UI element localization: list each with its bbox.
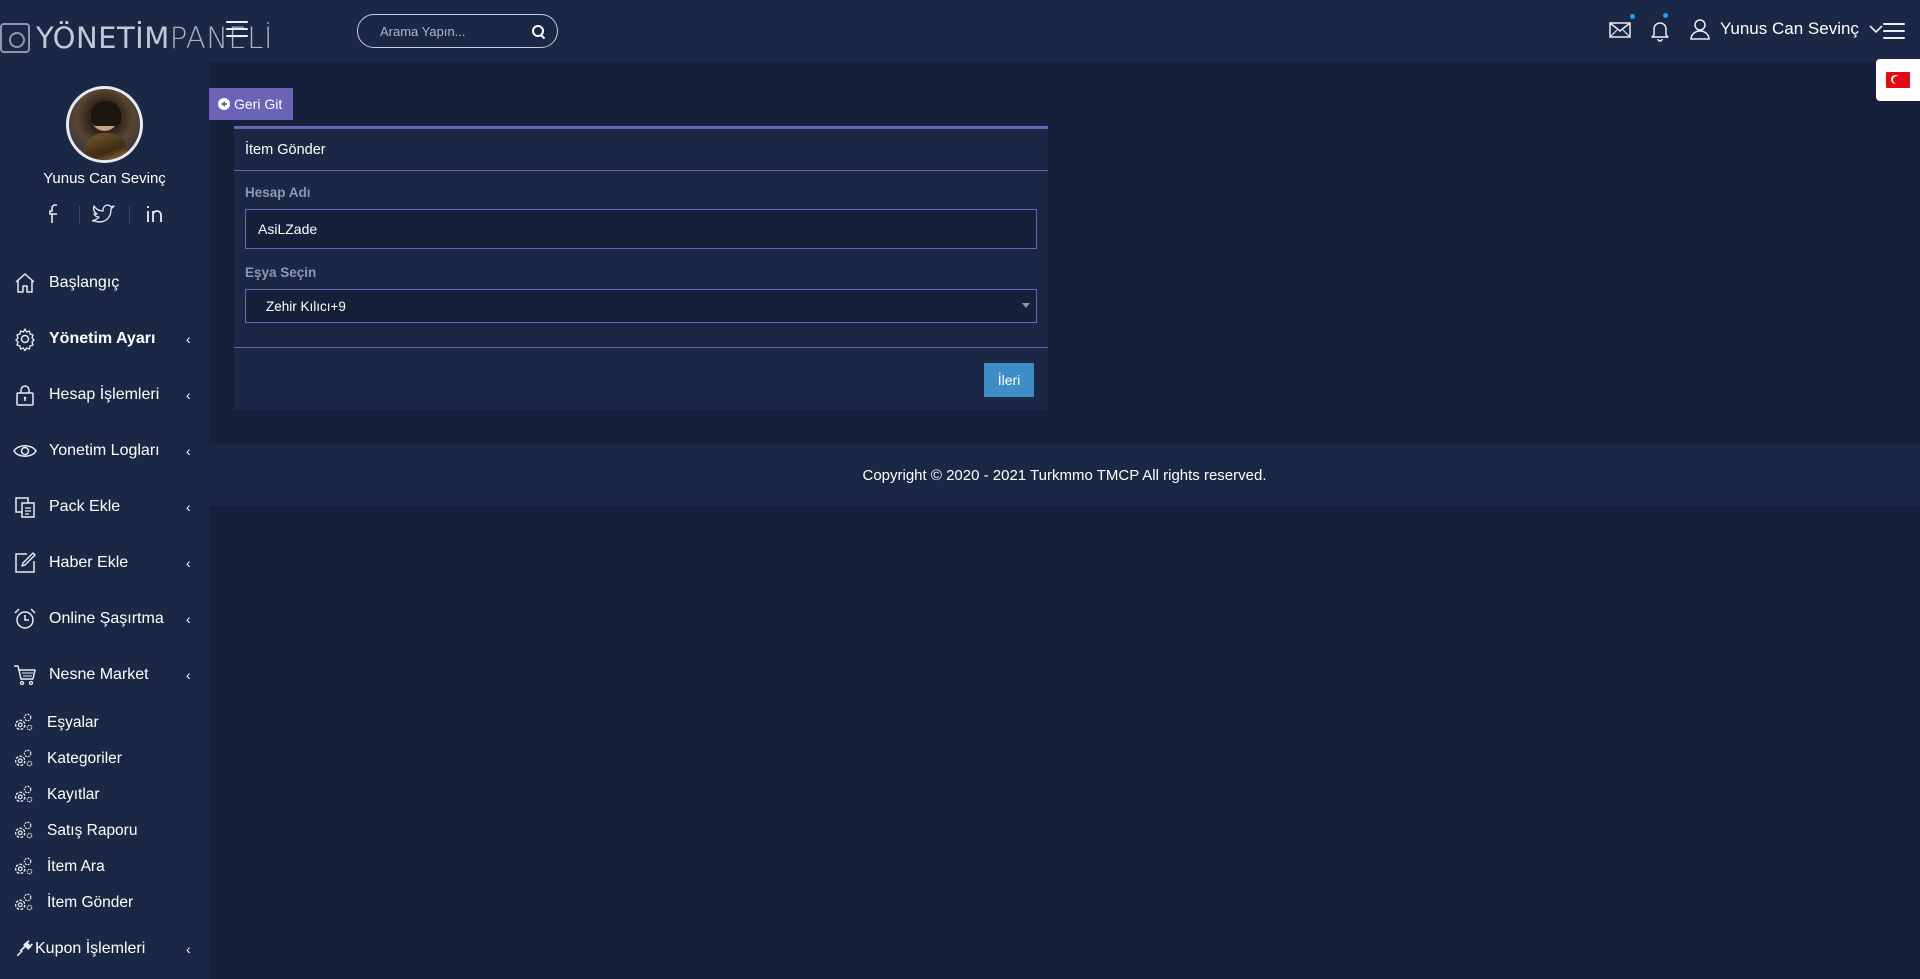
submenu-item-kategoriler[interactable]: Kategoriler <box>0 744 209 774</box>
chevron-left-icon: ‹ <box>186 331 191 347</box>
cogs-icon <box>14 785 33 803</box>
submenu-item-label: İtem Gönder <box>47 894 134 911</box>
social-divider <box>79 206 80 224</box>
sidebar-item-label: Başlangıç <box>49 274 120 291</box>
sidebar-item-label: Haber Ekle <box>49 554 129 571</box>
next-button[interactable]: İleri <box>984 363 1034 397</box>
dropdown-arrow-icon <box>1022 303 1030 308</box>
submenu-item-label: Kayıtlar <box>47 786 100 803</box>
sidebar-item-label: Online Şaşırtma <box>49 610 164 627</box>
submenu-item-item-ara[interactable]: İtem Ara <box>0 852 209 882</box>
right-panel-menu-icon[interactable] <box>1883 23 1905 39</box>
profile-name: Yunus Can Sevinç <box>43 170 166 187</box>
plug-icon <box>16 940 33 957</box>
cogs-icon <box>14 713 33 731</box>
sidebar: Yunus Can Sevinç Başlangıç Yönetim Ayarı… <box>0 62 209 979</box>
copy-icon <box>15 497 35 518</box>
account-name-label: Hesap Adı <box>245 185 311 200</box>
sidebar-toggle-menu-icon[interactable] <box>226 21 248 37</box>
bell-notification-dot <box>1663 13 1668 18</box>
twitter-icon[interactable] <box>92 202 118 226</box>
turkey-flag-icon <box>1886 72 1910 88</box>
item-select-label: Eşya Seçin <box>245 265 317 280</box>
sidebar-item-hesap-islemleri[interactable]: Hesap İşlemleri ‹ <box>0 375 209 415</box>
cogs-icon <box>14 749 33 767</box>
item-select-value: Zehir Kılıcı+9 <box>266 298 346 314</box>
chevron-left-icon: ‹ <box>186 555 191 571</box>
chevron-left-icon: ‹ <box>186 941 191 957</box>
sidebar-item-haber-ekle[interactable]: Haber Ekle ‹ <box>0 543 209 583</box>
chevron-left-icon: ‹ <box>186 443 191 459</box>
alarm-clock-icon <box>14 608 36 629</box>
sidebar-item-nesne-market[interactable]: Nesne Market ‹ <box>0 655 209 695</box>
cart-icon <box>14 665 36 686</box>
linkedin-icon[interactable] <box>144 202 168 226</box>
send-item-card: İtem Gönder Hesap Adı AsiLZade Eşya Seçi… <box>234 126 1048 410</box>
submenu-item-kayitlar[interactable]: Kayıtlar <box>0 780 209 810</box>
sidebar-item-yonetim-loglari[interactable]: Yonetim Logları ‹ <box>0 431 209 471</box>
submenu-item-label: Eşyalar <box>47 714 99 731</box>
language-selector[interactable] <box>1876 59 1920 101</box>
user-menu[interactable]: Yunus Can Sevinç <box>1690 16 1883 42</box>
search-input[interactable] <box>380 23 532 39</box>
chevron-left-icon: ‹ <box>186 499 191 515</box>
user-name: Yunus Can Sevinç <box>1720 19 1859 38</box>
chevron-left-icon: ‹ <box>186 667 191 683</box>
submenu-item-item-gonder[interactable]: İtem Gönder <box>0 888 209 918</box>
sidebar-item-label: Yonetim Logları <box>49 442 160 459</box>
sidebar-item-label: Pack Ekle <box>49 498 121 515</box>
sidebar-item-label: Nesne Market <box>49 666 149 683</box>
mail-notification-dot <box>1630 14 1635 19</box>
eye-icon <box>13 445 37 457</box>
sidebar-item-label: Kupon İşlemleri <box>35 940 146 957</box>
mail-icon[interactable] <box>1608 18 1632 42</box>
footer: Copyright © 2020 - 2021 Turkmmo TMCP All… <box>209 444 1920 506</box>
submenu-item-satis-raporu[interactable]: Satış Raporu <box>0 816 209 846</box>
search-icon[interactable] <box>532 24 545 38</box>
home-icon <box>15 273 35 293</box>
sidebar-item-kupon-islemleri[interactable]: Kupon İşlemleri ‹ <box>0 931 209 967</box>
account-name-field[interactable]: AsiLZade <box>245 209 1037 249</box>
top-bar: YÖNETİMPANELİ Yunus Can Sevinç <box>0 0 1920 62</box>
item-select[interactable]: Zehir Kılıcı+9 <box>245 289 1037 323</box>
submenu-item-label: İtem Ara <box>47 858 105 875</box>
card-divider <box>234 347 1048 348</box>
back-button-label: Geri Git <box>234 96 283 112</box>
sidebar-item-online-sasirtma[interactable]: Online Şaşırtma ‹ <box>0 599 209 639</box>
avatar <box>66 86 143 163</box>
social-divider <box>129 206 130 224</box>
sidebar-item-label: Yönetim Ayarı <box>49 330 156 347</box>
cogs-icon <box>14 821 33 839</box>
edit-icon <box>15 552 36 573</box>
arrow-circle-left-icon <box>218 98 230 110</box>
logo-gear-icon <box>0 23 30 53</box>
submenu-item-esyalar[interactable]: Eşyalar <box>0 708 209 738</box>
submenu-item-label: Satış Raporu <box>47 822 138 839</box>
chevron-down-icon <box>1869 25 1883 34</box>
back-button[interactable]: Geri Git <box>209 88 293 120</box>
lock-icon <box>16 385 34 406</box>
sidebar-item-pack-ekle[interactable]: Pack Ekle ‹ <box>0 487 209 527</box>
chevron-left-icon: ‹ <box>186 611 191 627</box>
search-box <box>357 14 558 48</box>
sidebar-item-baslangic[interactable]: Başlangıç <box>0 263 209 303</box>
cogs-icon <box>14 893 33 911</box>
chevron-left-icon: ‹ <box>186 387 191 403</box>
submenu-item-label: Kategoriler <box>47 750 122 767</box>
facebook-icon[interactable] <box>43 202 67 226</box>
sidebar-item-label: Hesap İşlemleri <box>49 386 160 403</box>
gear-icon <box>15 328 35 351</box>
copyright-text: Copyright © 2020 - 2021 Turkmmo TMCP All… <box>862 466 1267 484</box>
bell-icon[interactable] <box>1648 18 1672 42</box>
sidebar-item-yonetim-ayari[interactable]: Yönetim Ayarı ‹ <box>0 319 209 359</box>
cogs-icon <box>14 857 33 875</box>
account-name-value: AsiLZade <box>258 221 318 237</box>
user-icon <box>1690 19 1710 40</box>
card-title: İtem Gönder <box>234 129 1048 171</box>
